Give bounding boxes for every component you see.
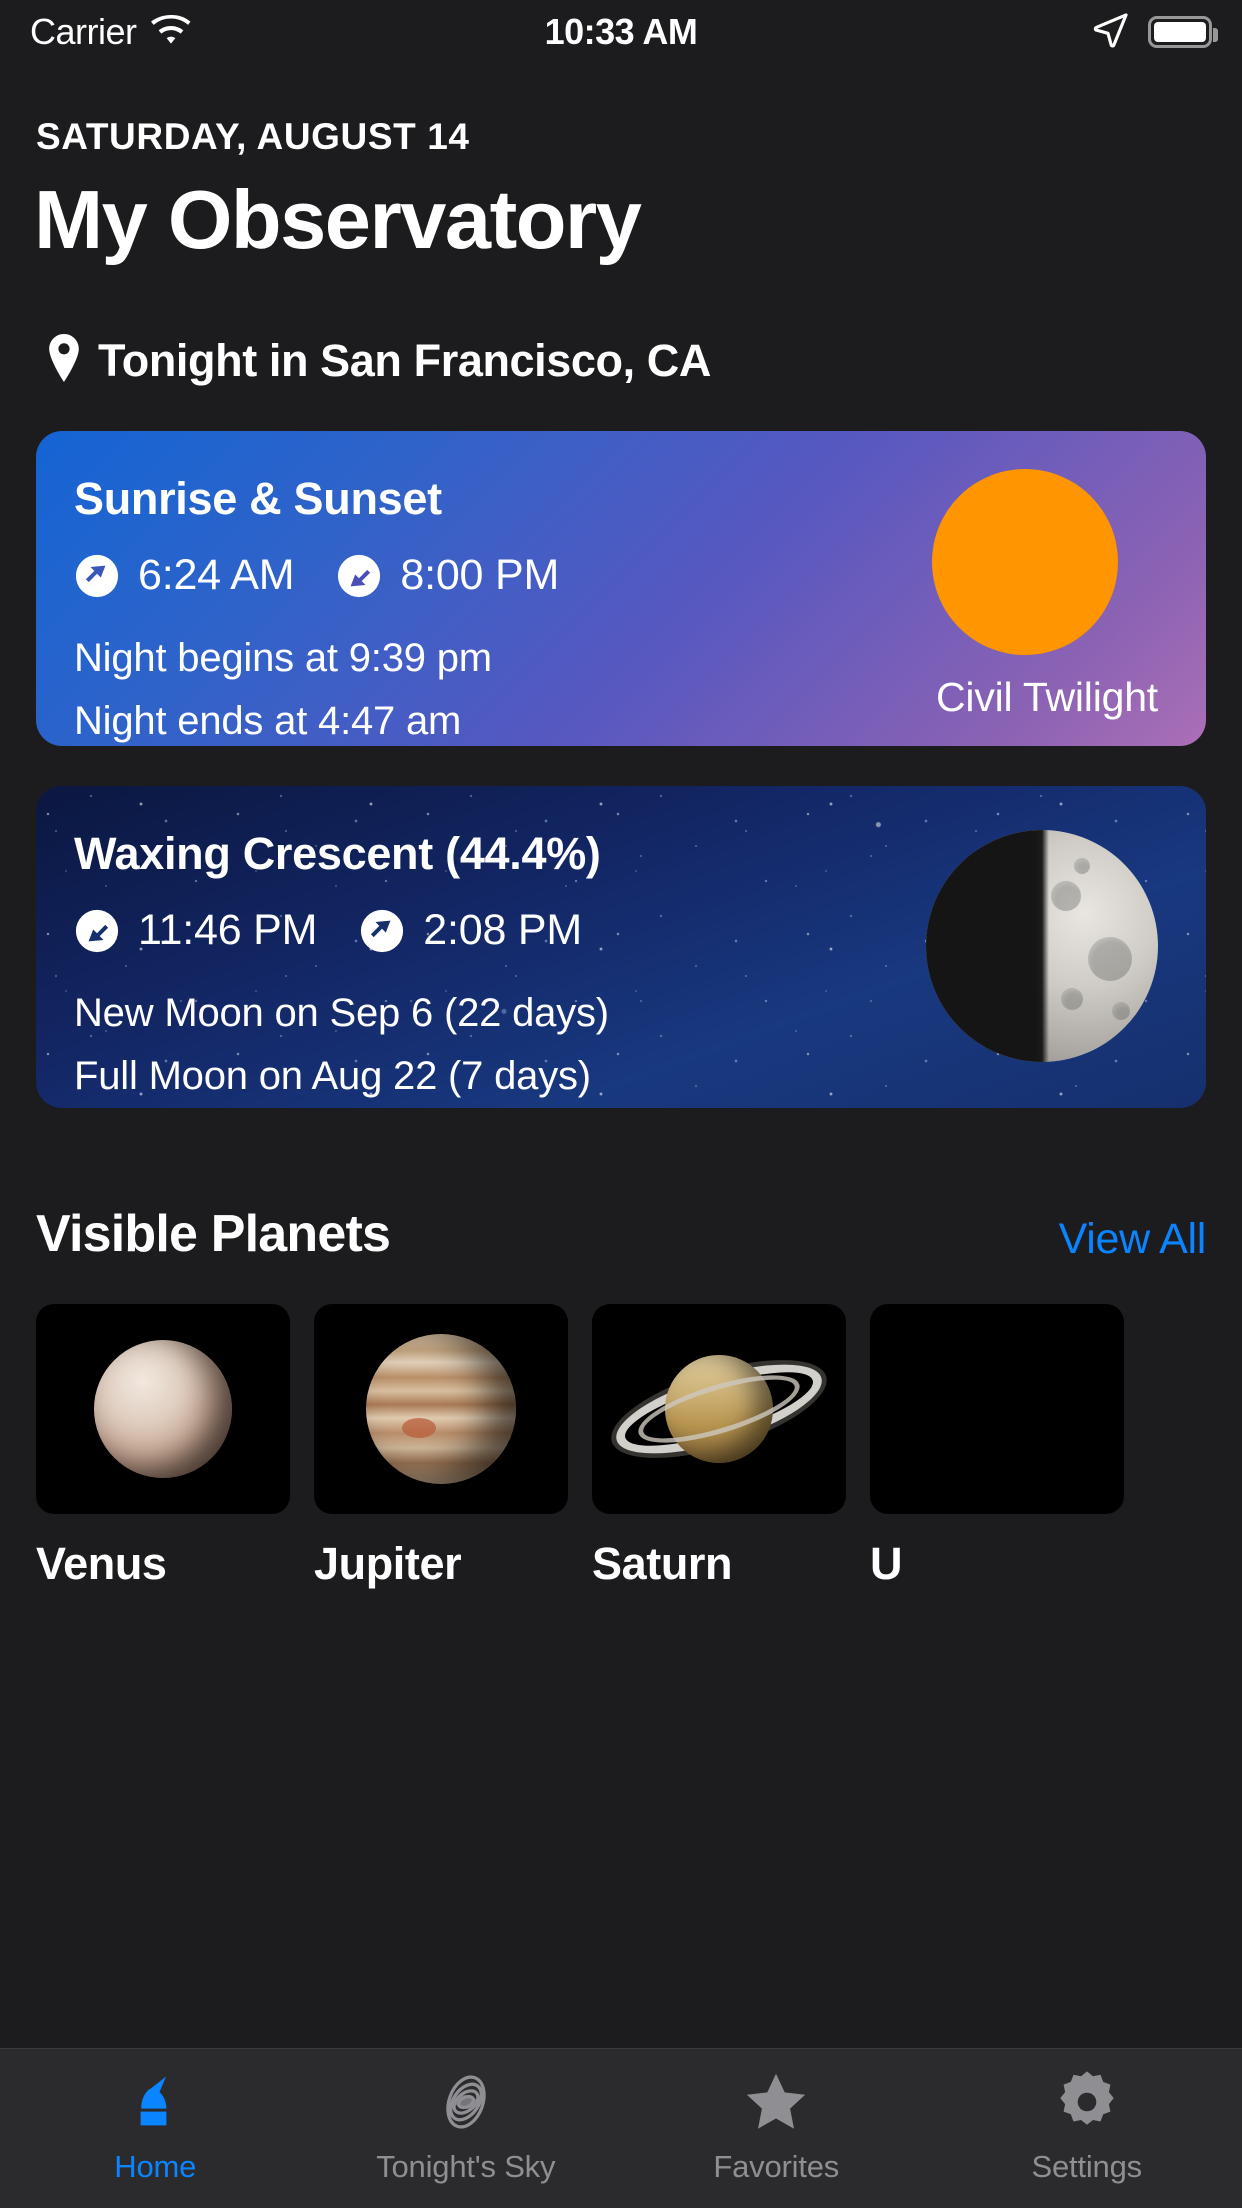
- uranus-thumbnail: [870, 1304, 1124, 1514]
- tab-home[interactable]: Home: [0, 2065, 311, 2185]
- planet-card-saturn[interactable]: Saturn: [592, 1304, 846, 1590]
- planet-name: Venus: [36, 1538, 167, 1589]
- tab-label: Home: [114, 2149, 197, 2184]
- twilight-label: Civil Twilight: [936, 674, 1158, 720]
- status-bar-clock: 10:33 AM: [544, 11, 698, 52]
- tab-label: Favorites: [713, 2149, 840, 2184]
- page-title: My Observatory: [34, 173, 642, 266]
- tab-bar: Home Tonight's Sky Favorites Settings: [0, 2048, 1242, 2208]
- visible-planets-header: Visible Planets View All: [36, 1204, 1206, 1264]
- moonrise-item: 2:08 PM: [359, 906, 582, 955]
- planet-card-uranus[interactable]: U: [870, 1304, 1124, 1590]
- sunrise-sunset-card[interactable]: Civil Twilight Sunrise & Sunset 6:24 AM: [36, 431, 1206, 746]
- sunrise-item: 6:24 AM: [74, 551, 295, 600]
- star-icon: [740, 2065, 812, 2139]
- moonset-time: 11:46 PM: [138, 906, 318, 954]
- current-date: SATURDAY, AUGUST 14: [36, 116, 470, 157]
- view-all-link[interactable]: View All: [1059, 1215, 1207, 1264]
- planet-carousel[interactable]: Venus Jupiter Saturn U: [36, 1304, 1242, 1590]
- map-pin-icon: [46, 334, 82, 387]
- section-title: Visible Planets: [36, 1205, 391, 1263]
- planet-card-jupiter[interactable]: Jupiter: [314, 1304, 568, 1590]
- tab-tonights-sky[interactable]: Tonight's Sky: [311, 2065, 622, 2185]
- tab-favorites[interactable]: Favorites: [621, 2065, 932, 2185]
- app-screen: Carrier 10:33 AM SATURDAY, AUGUST 14 My …: [0, 0, 1242, 2208]
- moonset-arrow-down-icon: [74, 908, 120, 954]
- planet-name: U: [870, 1538, 903, 1589]
- scroll-content[interactable]: SATURDAY, AUGUST 14 My Observatory Tonig…: [0, 64, 1242, 2208]
- saturn-thumbnail: [592, 1304, 846, 1514]
- status-bar: Carrier 10:33 AM: [0, 0, 1242, 64]
- moon-terminator-shadow: [926, 830, 1158, 1062]
- sunset-arrow-down-icon: [336, 553, 382, 599]
- tab-label: Settings: [1031, 2149, 1143, 2184]
- moon-graphic: [926, 830, 1158, 1062]
- moonset-item: 11:46 PM: [74, 906, 317, 955]
- galaxy-spiral-icon: [430, 2065, 502, 2139]
- planet-name: Jupiter: [314, 1538, 462, 1589]
- jupiter-planet-icon: [366, 1334, 516, 1484]
- sun-times-row: 6:24 AM 8:00 PM: [74, 551, 1206, 600]
- tab-settings[interactable]: Settings: [932, 2065, 1242, 2185]
- moon-phase-card[interactable]: Waxing Crescent (44.4%) 11:46 PM 2:08 PM: [36, 786, 1206, 1108]
- sun-card-title: Sunrise & Sunset: [74, 473, 442, 524]
- location-row[interactable]: Tonight in San Francisco, CA: [46, 334, 1242, 387]
- jupiter-thumbnail: [314, 1304, 568, 1514]
- battery-full-icon: [1148, 16, 1218, 48]
- sunrise-time: 6:24 AM: [138, 551, 295, 599]
- sunrise-arrow-up-icon: [74, 553, 120, 599]
- location-label: Tonight in San Francisco, CA: [98, 334, 711, 386]
- moonrise-arrow-up-icon: [359, 908, 405, 954]
- observatory-dome-icon: [119, 2065, 191, 2139]
- sunset-time: 8:00 PM: [400, 551, 560, 599]
- venus-planet-icon: [94, 1340, 232, 1478]
- gear-icon: [1051, 2065, 1123, 2139]
- venus-thumbnail: [36, 1304, 290, 1514]
- sunset-item: 8:00 PM: [336, 551, 559, 600]
- planet-name: Saturn: [592, 1538, 733, 1589]
- planet-card-venus[interactable]: Venus: [36, 1304, 290, 1590]
- saturn-planet-icon: [607, 1339, 831, 1479]
- moonrise-time: 2:08 PM: [423, 906, 583, 954]
- tab-label: Tonight's Sky: [376, 2149, 556, 2184]
